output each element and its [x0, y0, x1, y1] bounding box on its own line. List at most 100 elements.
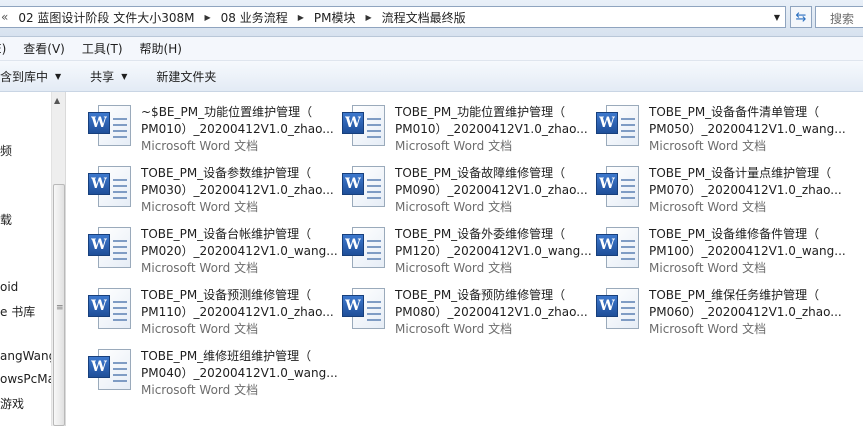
nav-item[interactable]: angWang [0, 349, 51, 363]
file-item[interactable]: W TOBE_PM_设备台帐维护管理（ PM020）_20200412V1.0_wa… [67, 217, 338, 277]
file-name-line2: PM010）_20200412V1.0_zhao... [395, 122, 588, 136]
scroll-up-icon[interactable]: ▲ [54, 96, 60, 105]
file-name-line1: TOBE_PM_设备维修备件管理（ [649, 227, 820, 241]
search-input[interactable]: 搜索 [815, 6, 863, 28]
file-type: Microsoft Word 文档 [141, 139, 259, 153]
file-item[interactable]: W TOBE_PM_设备备件清单管理（ PM050）_20200412V1.0_wa… [575, 95, 846, 155]
file-list: W ~$BE_PM_功能位置维护管理（ PM010）_20200412V1.0_zh… [67, 92, 863, 426]
file-name-line1: TOBE_PM_功能位置维护管理（ [395, 105, 566, 119]
word-document-icon: W [342, 104, 388, 148]
nav-item[interactable]: e 书库 [0, 303, 35, 320]
breadcrumb-separator-icon[interactable]: ▶ [362, 13, 376, 22]
file-type: Microsoft Word 文档 [141, 322, 259, 336]
file-name-line2: PM060）_20200412V1.0_zhao... [649, 305, 842, 319]
file-type: Microsoft Word 文档 [395, 200, 513, 214]
file-name-line1: TOBE_PM_设备外委维修管理（ [395, 227, 566, 241]
breadcrumb-item[interactable]: PM模块 [308, 9, 362, 26]
nav-item[interactable]: 载 [0, 211, 12, 228]
address-box[interactable]: « 02 蓝图设计阶段 文件大小308M ▶ 08 业务流程 ▶ PM模块 ▶ … [0, 6, 786, 28]
file-name-line2: PM030）_20200412V1.0_zhao... [141, 183, 334, 197]
menu-edit[interactable]: E) [0, 42, 6, 56]
file-name-line1: TOBE_PM_设备参数维护管理（ [141, 166, 312, 180]
file-name-line1: TOBE_PM_维修班组维护管理（ [141, 349, 312, 363]
share-label: 共享 [90, 69, 115, 84]
file-item[interactable]: W TOBE_PM_维保任务维护管理（ PM060）_20200412V1.0_zh… [575, 278, 842, 338]
include-in-library-label: 包含到库中 [0, 69, 49, 84]
file-name-line1: TOBE_PM_设备预防维修管理（ [395, 288, 566, 302]
file-name-line2: PM090）_20200412V1.0_zhao... [395, 183, 588, 197]
file-type: Microsoft Word 文档 [649, 200, 767, 214]
file-name-line2: PM100）_20200412V1.0_wang... [649, 244, 846, 258]
file-type: Microsoft Word 文档 [395, 139, 513, 153]
file-name-line1: TOBE_PM_设备台帐维护管理（ [141, 227, 312, 241]
file-item[interactable]: W TOBE_PM_设备故障维修管理（ PM090）_20200412V1.0_zh… [321, 156, 588, 216]
file-name-line1: TOBE_PM_维保任务维护管理（ [649, 288, 820, 302]
file-type: Microsoft Word 文档 [141, 200, 259, 214]
address-dropdown-icon[interactable]: ▼ [769, 7, 785, 27]
breadcrumb-separator-icon[interactable]: ▶ [294, 13, 308, 22]
file-name-line2: PM040）_20200412V1.0_wang... [141, 366, 338, 380]
menu-view[interactable]: 查看(V) [23, 40, 65, 57]
file-item[interactable]: W ~$BE_PM_功能位置维护管理（ PM010）_20200412V1.0_zh… [67, 95, 334, 155]
file-name-line2: PM120）_20200412V1.0_wang... [395, 244, 592, 258]
chevron-down-icon: ▼ [121, 71, 128, 81]
scrollbar-thumb[interactable]: ≡ [53, 184, 65, 426]
file-item[interactable]: W TOBE_PM_维修班组维护管理（ PM040）_20200412V1.0_wa… [67, 339, 338, 399]
menu-tools[interactable]: 工具(T) [82, 40, 123, 57]
new-folder-button[interactable]: 新建文件夹 [156, 68, 216, 85]
menu-help[interactable]: 帮助(H) [140, 40, 182, 57]
share-button[interactable]: 共享 ▼ [90, 68, 127, 85]
word-document-icon: W [342, 165, 388, 209]
word-document-icon: W [596, 226, 642, 270]
word-document-icon: W [88, 287, 134, 331]
breadcrumb-item[interactable]: 02 蓝图设计阶段 文件大小308M [12, 9, 200, 26]
nav-item[interactable]: oid [0, 280, 18, 294]
file-item[interactable]: W TOBE_PM_设备参数维护管理（ PM030）_20200412V1.0_zh… [67, 156, 334, 216]
file-type: Microsoft Word 文档 [395, 322, 513, 336]
file-item[interactable]: W TOBE_PM_设备预防维修管理（ PM080）_20200412V1.0_zh… [321, 278, 588, 338]
nav-item[interactable]: owsPcMa [0, 372, 51, 386]
file-name-line2: PM010）_20200412V1.0_zhao... [141, 122, 334, 136]
word-document-icon: W [342, 287, 388, 331]
file-name-line1: TOBE_PM_设备计量点维护管理（ [649, 166, 832, 180]
file-name-line2: PM110）_20200412V1.0_zhao... [141, 305, 334, 319]
navigation-pane: 频 载 oid e 书库 angWang owsPcMa 游戏 [0, 92, 51, 426]
breadcrumb-overflow[interactable]: « [0, 10, 12, 24]
file-item[interactable]: W TOBE_PM_设备维修备件管理（ PM100）_20200412V1.0_wa… [575, 217, 846, 277]
word-document-icon: W [596, 287, 642, 331]
word-document-icon: W [596, 104, 642, 148]
command-bar: 包含到库中 ▼ 共享 ▼ 新建文件夹 [0, 61, 863, 92]
breadcrumb-item[interactable]: 流程文档最终版 [376, 9, 472, 26]
include-in-library-button[interactable]: 包含到库中 ▼ [0, 68, 61, 85]
file-item[interactable]: W TOBE_PM_设备计量点维护管理（ PM070）_20200412V1.0_z… [575, 156, 842, 216]
file-name-line2: PM080）_20200412V1.0_zhao... [395, 305, 588, 319]
breadcrumb-item[interactable]: 08 业务流程 [215, 9, 294, 26]
breadcrumb-separator-icon[interactable]: ▶ [201, 13, 215, 22]
word-document-icon: W [596, 165, 642, 209]
file-type: Microsoft Word 文档 [395, 261, 513, 275]
word-document-icon: W [342, 226, 388, 270]
refresh-icon: ⇆ [795, 9, 807, 25]
file-name-line1: TOBE_PM_设备预测维修管理（ [141, 288, 312, 302]
file-type: Microsoft Word 文档 [649, 139, 767, 153]
word-document-icon: W [88, 226, 134, 270]
menu-bar: E) 查看(V) 工具(T) 帮助(H) [0, 37, 863, 61]
word-document-icon: W [88, 165, 134, 209]
file-type: Microsoft Word 文档 [649, 261, 767, 275]
navigation-scrollbar[interactable]: ▲ ≡ [51, 92, 66, 426]
file-item[interactable]: W TOBE_PM_功能位置维护管理（ PM010）_20200412V1.0_zh… [321, 95, 588, 155]
nav-item[interactable]: 频 [0, 142, 12, 159]
file-name-line1: TOBE_PM_设备故障维修管理（ [395, 166, 566, 180]
file-name-line1: ~$BE_PM_功能位置维护管理（ [141, 105, 313, 119]
file-name-line2: PM070）_20200412V1.0_zhao... [649, 183, 842, 197]
file-item[interactable]: W TOBE_PM_设备外委维修管理（ PM120）_20200412V1.0_wa… [321, 217, 592, 277]
address-bar: « 02 蓝图设计阶段 文件大小308M ▶ 08 业务流程 ▶ PM模块 ▶ … [0, 0, 863, 37]
file-item[interactable]: W TOBE_PM_设备预测维修管理（ PM110）_20200412V1.0_zh… [67, 278, 334, 338]
nav-item[interactable]: 游戏 [0, 395, 24, 412]
file-name-line1: TOBE_PM_设备备件清单管理（ [649, 105, 820, 119]
refresh-button[interactable]: ⇆ [790, 6, 812, 28]
breadcrumb: « 02 蓝图设计阶段 文件大小308M ▶ 08 业务流程 ▶ PM模块 ▶ … [0, 7, 472, 27]
file-name-line2: PM050）_20200412V1.0_wang... [649, 122, 846, 136]
file-type: Microsoft Word 文档 [141, 261, 259, 275]
file-type: Microsoft Word 文档 [141, 383, 259, 397]
